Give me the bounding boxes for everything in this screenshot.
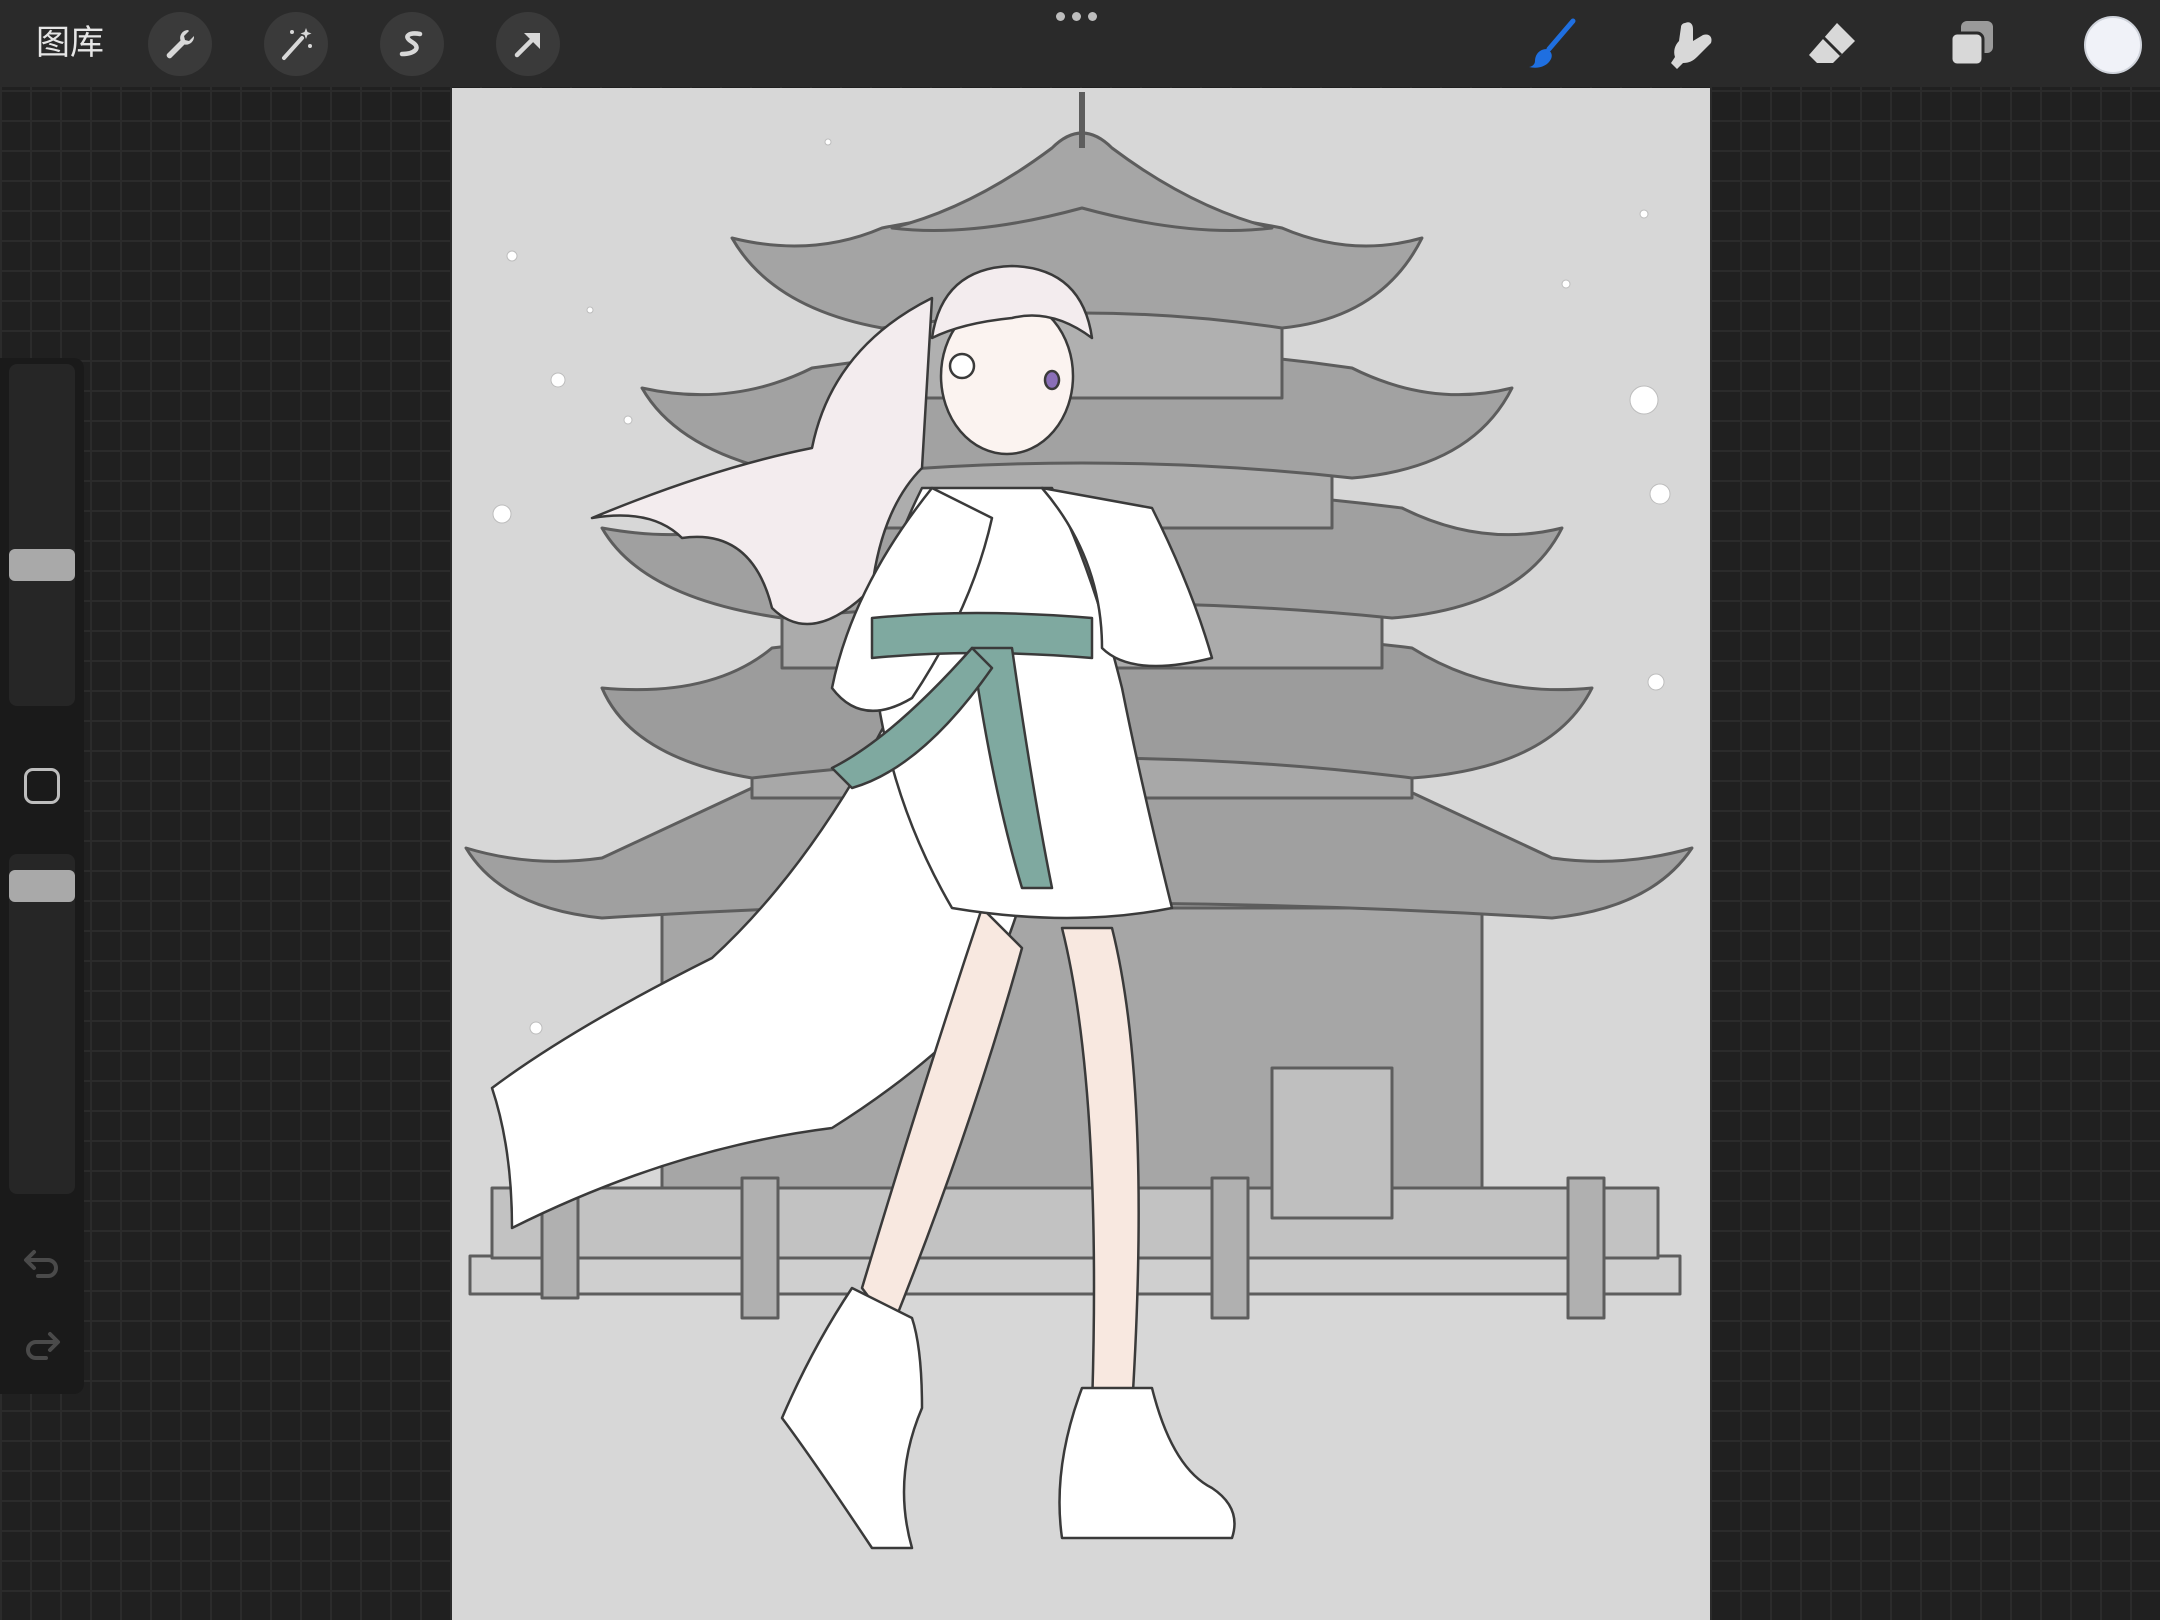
transform-button[interactable] bbox=[496, 12, 560, 76]
opacity-slider[interactable] bbox=[9, 854, 75, 1194]
wrench-icon bbox=[166, 30, 195, 59]
canvas-artwork bbox=[452, 88, 1710, 1620]
smudge-tool-button[interactable] bbox=[1660, 12, 1724, 76]
smudge-icon bbox=[1671, 22, 1712, 69]
undo-icon[interactable] bbox=[22, 1242, 62, 1282]
layers-icon bbox=[1949, 21, 1993, 67]
brush-size-slider[interactable] bbox=[9, 364, 75, 706]
magic-wand-icon bbox=[282, 28, 312, 60]
color-picker-button[interactable] bbox=[2084, 16, 2142, 74]
selection-button[interactable] bbox=[380, 12, 444, 76]
brush-size-thumb[interactable] bbox=[9, 549, 75, 581]
procreate-app: 图库 bbox=[0, 0, 2160, 1620]
layers-button[interactable] bbox=[1940, 12, 2004, 76]
redo-icon[interactable] bbox=[22, 1324, 62, 1364]
transform-arrow-icon bbox=[514, 33, 540, 58]
more-options-icon[interactable] bbox=[1056, 12, 1097, 21]
left-sidebar bbox=[0, 358, 84, 1394]
brush-tool-button[interactable] bbox=[1520, 12, 1584, 76]
adjustments-button[interactable] bbox=[264, 12, 328, 76]
actions-button[interactable] bbox=[148, 12, 212, 76]
modify-square-icon[interactable] bbox=[24, 768, 60, 804]
selection-s-icon bbox=[399, 31, 423, 57]
drawing-canvas[interactable] bbox=[452, 88, 1710, 1620]
opacity-thumb[interactable] bbox=[9, 870, 75, 902]
gallery-button[interactable]: 图库 bbox=[36, 22, 104, 64]
eraser-tool-button[interactable] bbox=[1800, 12, 1864, 76]
brush-icon bbox=[1529, 18, 1576, 68]
top-toolbar: 图库 bbox=[0, 0, 2160, 87]
eraser-icon bbox=[1809, 23, 1855, 63]
